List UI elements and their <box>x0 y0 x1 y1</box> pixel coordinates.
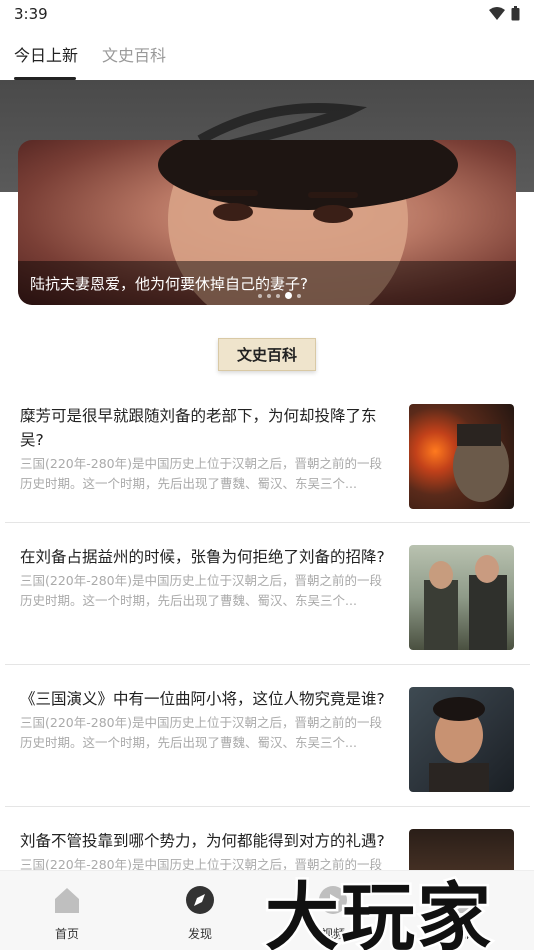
article-thumbnail <box>409 545 514 650</box>
article-title: 糜芳可是很早就跟随刘备的老部下，为何却投降了东吴? <box>20 407 377 449</box>
banner-caption: 陆抗夫妻恩爱，他为何要休掉自己的妻子? <box>30 275 308 293</box>
carousel-dots <box>258 292 301 299</box>
status-icons <box>489 6 520 21</box>
carousel-dot-active <box>285 292 292 299</box>
list-item[interactable]: 糜芳可是很早就跟随刘备的老部下，为何却投降了东吴? 三国(220年-280年)是… <box>0 404 534 544</box>
article-thumbnail <box>409 404 514 509</box>
status-bar: 3:39 <box>0 0 534 28</box>
nav-discover[interactable]: 发现 <box>170 885 230 942</box>
status-time: 3:39 <box>14 5 48 23</box>
home-icon <box>55 888 79 913</box>
divider <box>5 522 530 523</box>
carousel-dot <box>258 293 262 298</box>
top-tabs: 今日上新 文史百科 <box>0 28 534 80</box>
tab-history-encyclopedia[interactable]: 文史百科 <box>102 42 166 66</box>
section-title: 文史百科 <box>217 338 316 371</box>
compass-icon <box>186 886 214 914</box>
article-summary: 三国(220年-280年)是中国历史上位于汉朝之后，晋朝之前的一段历史时期。这一… <box>20 573 382 608</box>
article-title: 《三国演义》中有一位曲阿小将，这位人物究竟是谁? <box>20 690 385 708</box>
divider <box>5 664 530 665</box>
divider <box>5 806 530 807</box>
nav-home-label: 首页 <box>54 927 79 941</box>
article-summary: 三国(220年-280年)是中国历史上位于汉朝之后，晋朝之前的一段历史时期。这一… <box>20 715 382 750</box>
nav-home[interactable]: 首页 <box>37 885 97 942</box>
banner-carousel[interactable]: 陆抗夫妻恩爱，他为何要休掉自己的妻子? <box>18 140 516 305</box>
article-thumbnail <box>409 687 514 792</box>
carousel-dot <box>297 293 301 298</box>
section-header: 文史百科 <box>0 338 534 371</box>
nav-discover-label: 发现 <box>187 927 212 941</box>
article-summary: 三国(220年-280年)是中国历史上位于汉朝之后，晋朝之前的一段历史时期。这一… <box>20 456 382 491</box>
battery-icon <box>511 6 520 21</box>
wifi-icon <box>489 6 505 20</box>
carousel-dot <box>276 293 280 298</box>
watermark-logo: 大玩家 <box>263 873 494 950</box>
carousel-dot <box>267 293 271 298</box>
article-title: 在刘备占据益州的时候，张鲁为何拒绝了刘备的招降? <box>20 548 385 566</box>
article-title: 刘备不管投靠到哪个势力，为何都能得到对方的礼遇? <box>20 832 385 850</box>
tab-today-new[interactable]: 今日上新 <box>14 42 78 66</box>
